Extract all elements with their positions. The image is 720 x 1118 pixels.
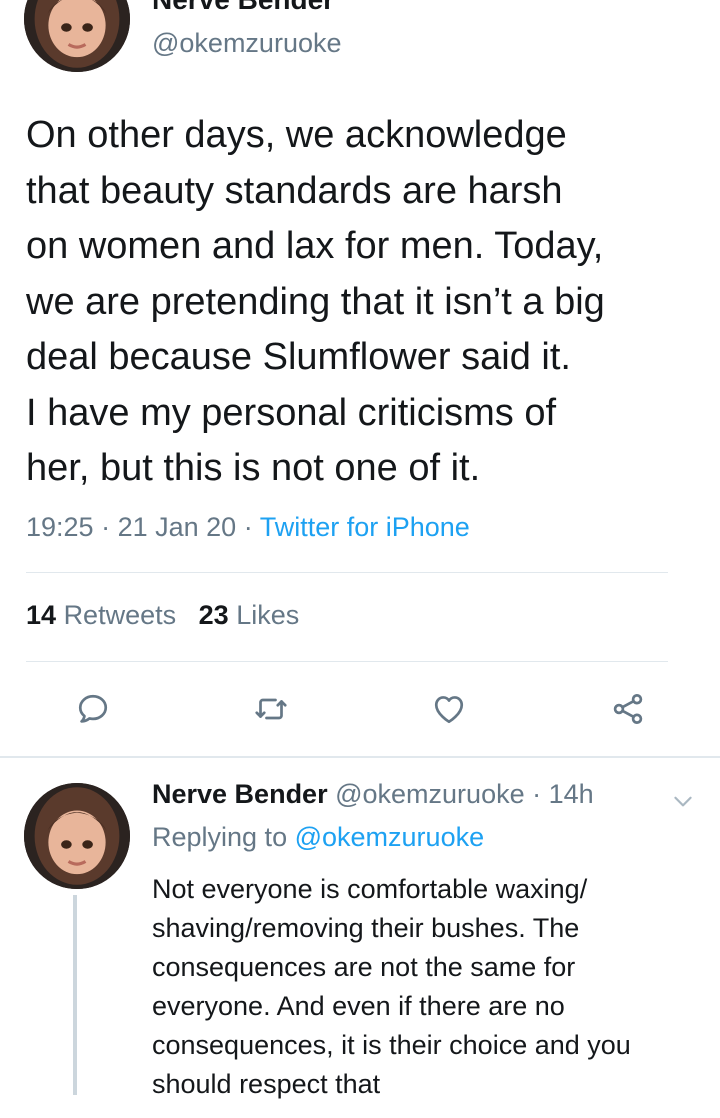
reply-header: Nerve Bender @okemzuruoke · 14h — [152, 779, 594, 810]
author-name[interactable]: Nerve Bender — [152, 0, 334, 16]
retweets-count: 14 — [26, 600, 57, 630]
likes-label: Likes — [236, 600, 300, 630]
share-button[interactable] — [607, 688, 649, 730]
section-divider — [0, 756, 720, 758]
replying-to-mention[interactable]: @okemzuruoke — [295, 822, 485, 852]
tweet-time: 19:25 — [26, 512, 94, 542]
likes-count: 23 — [198, 600, 229, 630]
divider — [26, 572, 668, 573]
replying-to-label: Replying to — [152, 822, 288, 852]
reply-author-handle[interactable]: @okemzuruoke — [335, 779, 525, 809]
retweet-button[interactable] — [250, 688, 292, 730]
thread-line — [73, 895, 77, 1095]
tweet-meta: 19:25 · 21 Jan 20 · Twitter for iPhone — [26, 512, 470, 543]
avatar[interactable] — [24, 0, 130, 72]
reply-icon — [78, 694, 108, 723]
author-handle[interactable]: @okemzuruoke — [152, 28, 342, 59]
reply-button[interactable] — [72, 688, 114, 730]
meta-separator: · — [236, 512, 260, 542]
retweets-label: Retweets — [63, 600, 177, 630]
tweet-stats: 14 Retweets 23 Likes — [26, 600, 299, 631]
reply-text: Not everyone is comfortable waxing/ shav… — [152, 874, 631, 1099]
reply-author-name[interactable]: Nerve Bender — [152, 779, 328, 809]
meta-separator: · — [93, 512, 118, 542]
likes-stat[interactable]: 23 Likes — [199, 600, 300, 630]
retweets-stat[interactable]: 14 Retweets — [26, 600, 176, 630]
share-icon — [613, 694, 643, 724]
reply-time: 14h — [548, 779, 594, 809]
tweet-text: On other days, we acknowledge that beaut… — [26, 114, 605, 489]
heart-icon — [434, 696, 464, 724]
divider — [26, 661, 668, 662]
chevron-down-icon — [674, 796, 692, 807]
reply-avatar[interactable] — [24, 783, 130, 889]
tweet-source-link[interactable]: Twitter for iPhone — [260, 512, 470, 542]
replying-to: Replying to @okemzuruoke — [152, 822, 484, 853]
tweet-date: 21 Jan 20 — [117, 512, 237, 542]
meta-separator: · — [524, 779, 549, 809]
retweet-icon — [255, 698, 287, 720]
like-button[interactable] — [428, 688, 470, 730]
more-options-button[interactable] — [670, 788, 696, 814]
